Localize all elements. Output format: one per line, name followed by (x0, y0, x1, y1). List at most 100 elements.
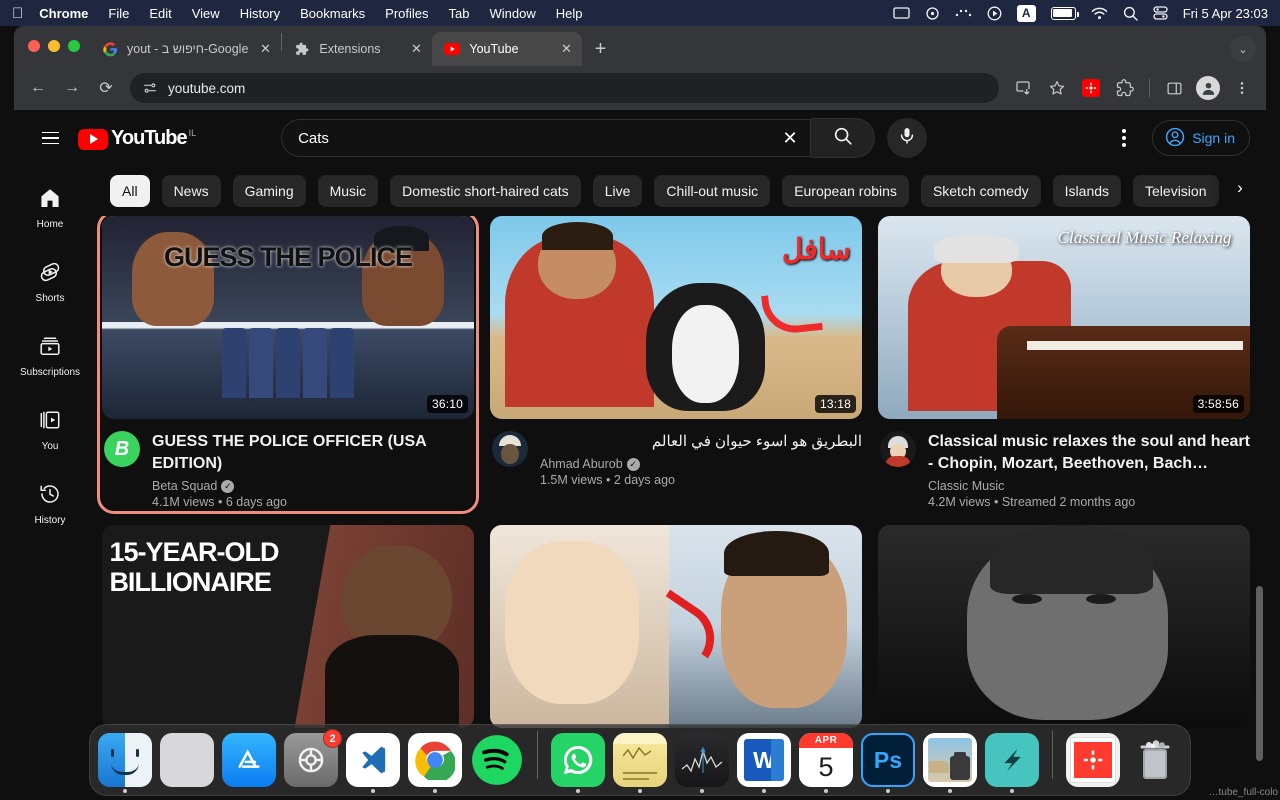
chip-domestic-short-haired-cats[interactable]: Domestic short-haired cats (390, 175, 581, 207)
search-input[interactable]: Cats ✕ (281, 119, 812, 157)
youtube-extension-icon[interactable] (1075, 72, 1107, 104)
install-app-icon[interactable] (1007, 72, 1039, 104)
chrome-menu-icon[interactable] (1226, 72, 1258, 104)
close-window-button[interactable] (28, 40, 40, 52)
chip-live[interactable]: Live (592, 175, 643, 207)
dock-app-whatsapp[interactable] (551, 733, 605, 793)
minimize-window-button[interactable] (48, 40, 60, 52)
search-input-value[interactable]: Cats (298, 130, 770, 147)
chip-television[interactable]: Television (1133, 175, 1219, 207)
dock-app-preview[interactable] (923, 733, 977, 793)
sign-in-button[interactable]: Sign in (1152, 120, 1250, 156)
back-button[interactable]: ← (22, 72, 54, 104)
clear-search-icon[interactable]: ✕ (770, 119, 810, 157)
video-card-penguin-arabic[interactable]: سافل 13:18 البطريق هو اسوء حيوان في العا… (490, 216, 862, 509)
video-thumbnail[interactable] (490, 525, 862, 728)
sidebar-item-shorts[interactable]: Shorts (18, 244, 82, 318)
screen-mirroring-icon[interactable] (893, 6, 910, 20)
dock-app-launchpad[interactable] (160, 733, 214, 787)
avatar[interactable] (880, 431, 916, 467)
video-thumbnail[interactable]: GUESS THE POLICE 36:10 (102, 216, 474, 419)
video-thumbnail[interactable]: Classical Music Relaxing 3:58:56 (878, 216, 1250, 419)
avatar[interactable] (492, 431, 528, 467)
menu-item-file[interactable]: File (108, 6, 129, 21)
video-channel[interactable]: Beta Squad ✓ (152, 479, 474, 493)
site-settings-tune-icon[interactable] (142, 80, 158, 96)
dock-app-finder[interactable] (98, 733, 152, 793)
dock-app-stocks[interactable] (675, 733, 729, 793)
video-card-guess-the-police-officer[interactable]: GUESS THE POLICE 36:10 B GUESS THE POLIC… (97, 216, 479, 514)
tab-extensions[interactable]: Extensions ✕ (282, 32, 432, 66)
tab-youtube[interactable]: YouTube ✕ (432, 32, 583, 66)
dock-app-app-store[interactable] (222, 733, 276, 787)
menu-item-chrome[interactable]: Chrome (39, 6, 88, 21)
menu-item-tab[interactable]: Tab (449, 6, 470, 21)
search-button[interactable] (811, 118, 876, 158)
video-title[interactable]: Classical music relaxes the soul and hea… (928, 431, 1250, 475)
profile-avatar-icon[interactable] (1192, 72, 1224, 104)
tab-close-button[interactable]: ✕ (558, 41, 574, 57)
menu-item-help[interactable]: Help (556, 6, 583, 21)
control-center-icon[interactable] (1153, 6, 1168, 20)
reload-button[interactable]: ⟳ (90, 72, 122, 104)
address-bar-text[interactable]: youtube.com (168, 81, 245, 96)
dock-app-spotify[interactable] (470, 733, 524, 787)
video-channel[interactable]: Classic Music (928, 479, 1250, 493)
tab-google-search[interactable]: yout - חיפוש ב-Google ✕ (90, 32, 281, 66)
chevron-down-icon[interactable]: ⌄ (1230, 36, 1256, 62)
chips-next-arrow-icon[interactable]: › (1214, 172, 1266, 204)
video-card-row2-middle[interactable] (490, 525, 862, 728)
youtube-logo[interactable]: YouTube IL (78, 127, 196, 150)
chip-all[interactable]: All (110, 175, 150, 207)
video-channel[interactable]: Ahmad Aburob ✓ (540, 457, 862, 471)
maximize-window-button[interactable] (68, 40, 80, 52)
battery-icon[interactable] (1050, 6, 1079, 20)
bookmark-star-icon[interactable] (1041, 72, 1073, 104)
wifi-icon[interactable] (1091, 7, 1108, 20)
new-tab-button[interactable]: + (586, 35, 614, 63)
video-card-billionaire[interactable]: 15-YEAR-OLD BILLIONAIRE (102, 525, 474, 728)
kebab-menu-icon[interactable] (1104, 118, 1144, 158)
control-center-play-icon[interactable] (987, 6, 1002, 21)
dock-app-microsoft-word[interactable]: W (737, 733, 791, 793)
video-card-classical-music[interactable]: Classical Music Relaxing 3:58:56 Classic… (878, 216, 1250, 509)
side-panel-icon[interactable] (1158, 72, 1190, 104)
dock-app-trash[interactable] (1128, 733, 1182, 787)
input-source-A-icon[interactable]: A (1016, 4, 1036, 22)
avatar[interactable]: B (104, 431, 140, 467)
sidebar-item-you[interactable]: You (18, 392, 82, 466)
dots-icon[interactable] (955, 7, 972, 19)
voice-search-button[interactable] (887, 118, 928, 158)
dock-app-visual-studio-code[interactable] (346, 733, 400, 793)
chip-gaming[interactable]: Gaming (232, 175, 306, 207)
menu-item-history[interactable]: History (240, 6, 280, 21)
dock-app-downloads-stack[interactable] (1066, 733, 1120, 787)
menu-item-window[interactable]: Window (490, 6, 536, 21)
video-card-row2-right[interactable] (878, 525, 1250, 728)
tab-close-button[interactable]: ✕ (408, 41, 424, 57)
menu-item-view[interactable]: View (192, 6, 220, 21)
video-thumbnail[interactable] (878, 525, 1250, 728)
menubar-clock[interactable]: Fri 5 Apr 23:03 (1183, 6, 1268, 21)
menu-item-profiles[interactable]: Profiles (385, 6, 428, 21)
apple-menu-icon[interactable]:  (12, 6, 23, 21)
scrollbar-thumb[interactable] (1256, 586, 1263, 761)
shortcuts-icon[interactable] (925, 6, 940, 21)
chip-european-robins[interactable]: European robins (782, 175, 909, 207)
page-scrollbar[interactable] (1256, 216, 1264, 786)
menu-item-bookmarks[interactable]: Bookmarks (300, 6, 365, 21)
video-thumbnail[interactable]: 15-YEAR-OLD BILLIONAIRE (102, 525, 474, 728)
menu-item-edit[interactable]: Edit (149, 6, 171, 21)
extensions-puzzle-icon[interactable] (1109, 72, 1141, 104)
dock-app-notes[interactable] (613, 733, 667, 793)
chip-chill-out-music[interactable]: Chill-out music (654, 175, 771, 207)
video-thumbnail[interactable]: سافل 13:18 (490, 216, 862, 419)
sidebar-item-subscriptions[interactable]: Subscriptions (18, 318, 82, 392)
forward-button[interactable]: → (56, 72, 88, 104)
spotlight-search-icon[interactable] (1123, 6, 1138, 21)
chip-islands[interactable]: Islands (1052, 175, 1122, 207)
chip-news[interactable]: News (161, 175, 221, 207)
dock-app-photoshop[interactable]: Ps (861, 733, 915, 793)
chip-music[interactable]: Music (317, 175, 379, 207)
dock-app-system-settings[interactable]: 2 (284, 729, 342, 787)
